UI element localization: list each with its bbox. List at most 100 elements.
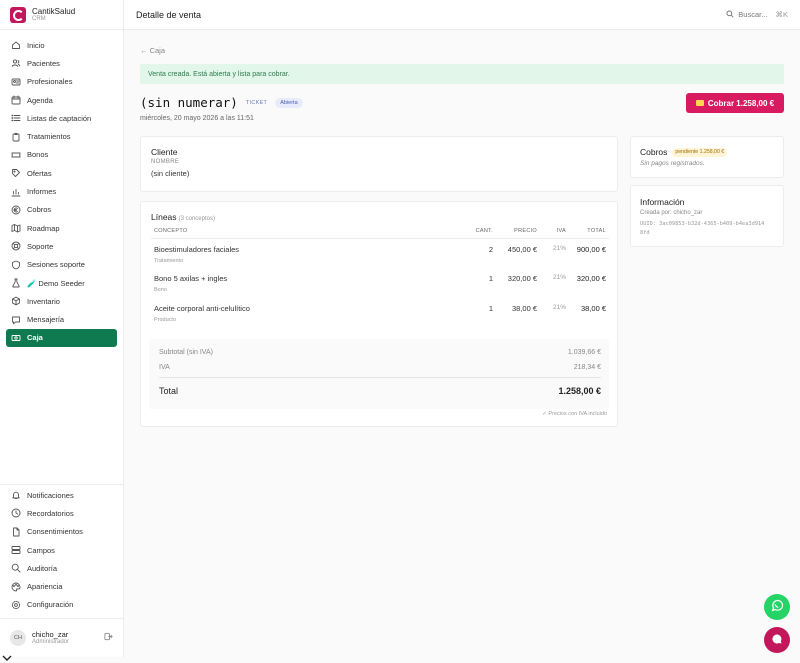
sidebar-item-label: Apariencia [27, 582, 63, 592]
sidebar-item-pacientes[interactable]: Pacientes [6, 54, 117, 72]
sidebar-item-agenda[interactable]: Agenda [6, 91, 117, 109]
iva-value: 218,34 € [573, 364, 601, 371]
sidebar-item-sesiones[interactable]: Sesiones soporte [6, 256, 117, 274]
sidebar-item-ofertas[interactable]: Ofertas [6, 164, 117, 182]
line-qty: 1 [488, 274, 493, 283]
line-type: Bono [154, 287, 167, 293]
col-precio: PRECIO [493, 224, 537, 239]
sidebar-item-tratamientos[interactable]: Tratamientos [6, 127, 117, 145]
sidebar-item-label: Recordatorios [27, 508, 74, 518]
iva-label: IVA [159, 364, 170, 371]
col-iva: IVA [537, 224, 566, 239]
sidebar-item-label: Caja [27, 333, 43, 343]
sidebar-item-campos[interactable]: Campos [6, 541, 117, 559]
cash-icon [11, 333, 21, 343]
col-cant: CANT. [453, 224, 493, 239]
clock-icon [11, 508, 21, 518]
sidebar-item-label: Pacientes [27, 58, 60, 68]
success-alert: Venta creada. Está abierta y lista para … [140, 64, 784, 84]
sidebar: CantikSalud CRM Inicio Pacientes Profesion… [0, 0, 124, 657]
pending-badge: pendiente 1.258,00 € [672, 147, 728, 157]
sidebar-item-label: Bonos [27, 150, 49, 160]
ticket-tag: TICKET [245, 99, 268, 106]
lineas-table: CONCEPTO CANT. PRECIO IVA TOTAL Bioestim… [151, 224, 609, 328]
user-role: Administrador [32, 639, 70, 645]
search-icon [726, 9, 734, 20]
line-price: 320,00 € [507, 274, 537, 283]
col-concepto: CONCEPTO [151, 224, 453, 239]
cobros-card: Cobros pendiente 1.258,00 € Sin pagos re… [630, 136, 784, 178]
sidebar-item-consentimientos[interactable]: Consentimientos [6, 523, 117, 541]
status-badge: Abierta [275, 97, 303, 108]
lineas-header: Líneas (3 conceptos) [151, 212, 215, 222]
calendar-icon [11, 95, 21, 105]
sidebar-item-label: Roadmap [27, 223, 60, 233]
home-icon [11, 40, 21, 50]
lineas-count: (3 conceptos) [178, 216, 215, 222]
sidebar-item-roadmap[interactable]: Roadmap [6, 219, 117, 237]
back-link[interactable]: ← Caja [140, 46, 165, 55]
sidebar-item-label: Agenda [27, 95, 53, 105]
cobros-header: Cobros pendiente 1.258,00 € [640, 147, 728, 157]
sidebar-item-label: Campos [27, 545, 55, 555]
sidebar-item-label: Cobros [27, 205, 52, 215]
sidebar-item-listas[interactable]: Listas de captación [6, 109, 117, 127]
sidebar-item-mensajeria[interactable]: Mensajería [6, 310, 117, 328]
sidebar-item-demo[interactable]: 🧪 Demo Seeder [6, 274, 117, 292]
uuid-text: UUID: 3ac09853-b32d-4365-b409-b4ea3d9148… [640, 221, 765, 236]
search-input[interactable]: Buscar... ⌘K [726, 9, 788, 20]
lifebuoy-icon [11, 241, 21, 251]
sidebar-item-caja[interactable]: Caja [6, 328, 117, 348]
chat-button[interactable] [764, 627, 790, 653]
tax-included-note: ✓ Precios con IVA incluido [542, 411, 607, 417]
sidebar-item-soporte[interactable]: Soporte [6, 237, 117, 255]
total-value: 1.258,00 € [558, 386, 601, 396]
sidebar-item-informes[interactable]: Informes [6, 182, 117, 200]
clipboard-icon [11, 132, 21, 142]
subtotal-value: 1.039,66 € [567, 349, 601, 356]
cobrar-button[interactable]: Cobrar 1.258,00 € [686, 93, 784, 113]
subtotal-row: Subtotal (sin IVA) 1.039,66 € [159, 349, 601, 356]
map-icon [11, 223, 21, 233]
cobros-empty: Sin pagos registrados. [640, 160, 705, 167]
subtotal-label: Subtotal (sin IVA) [159, 349, 213, 356]
ticket-icon [11, 150, 21, 160]
brand-name: CantikSalud [32, 6, 76, 16]
line-iva: 21% [552, 274, 566, 281]
whatsapp-icon [770, 599, 784, 615]
sale-date: miércoles, 20 mayo 2026 a las 11:51 [140, 115, 254, 122]
sidebar-item-bonos[interactable]: Bonos [6, 146, 117, 164]
line-price: 38,00 € [511, 304, 537, 313]
sidebar-item-cobros[interactable]: Cobros [6, 201, 117, 219]
file-icon [11, 527, 21, 537]
search-icon [11, 563, 21, 573]
avatar[interactable]: CH [10, 629, 26, 646]
sidebar-item-profesionales[interactable]: Profesionales [6, 73, 117, 91]
cliente-title: Cliente [151, 147, 178, 157]
sidebar-nav-bottom: Notificaciones Recordatorios Consentimient… [0, 484, 123, 614]
credit-card-icon [695, 100, 704, 106]
table-header-row: CONCEPTO CANT. PRECIO IVA TOTAL [151, 224, 609, 239]
brand[interactable]: CantikSalud CRM [0, 0, 123, 30]
line-type: Producto [154, 317, 177, 323]
whatsapp-button[interactable] [764, 594, 790, 620]
sidebar-item-recordatorios[interactable]: Recordatorios [6, 504, 117, 522]
table-row: Aceite corporal anti-celulítico Producto 1… [151, 298, 609, 328]
logout-icon[interactable] [104, 632, 113, 643]
search-shortcut: ⌘K [775, 10, 788, 19]
sidebar-item-label: Inicio [27, 40, 45, 50]
brand-sub: CRM [32, 15, 46, 22]
sidebar-item-inventario[interactable]: Inventario [6, 292, 117, 310]
tag-icon [11, 168, 21, 178]
sidebar-item-apariencia[interactable]: Apariencia [6, 577, 117, 595]
col-total: TOTAL [566, 224, 609, 239]
totals-divider [159, 377, 601, 378]
brand-logo-icon [10, 6, 26, 23]
line-price: 450,00 € [507, 244, 537, 254]
sidebar-item-inicio[interactable]: Inicio [6, 36, 117, 54]
chat-bubble-icon [771, 633, 783, 647]
sidebar-item-configuracion[interactable]: Configuración [6, 596, 117, 614]
sale-title-row: (sin numerar) TICKET Abierta [140, 95, 303, 110]
sidebar-item-notificaciones[interactable]: Notificaciones [6, 486, 117, 504]
sidebar-item-auditoria[interactable]: Auditoría [6, 559, 117, 577]
